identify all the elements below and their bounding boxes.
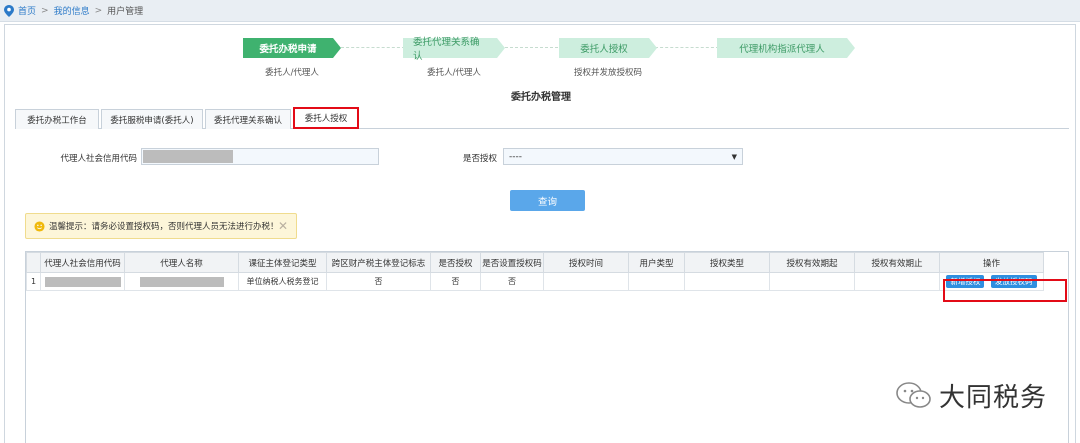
tip-text: 温馨提示：请务必设置授权码，否则代理人员无法进行办税！ <box>49 222 279 232</box>
cell-cross-flag: 否 <box>326 272 431 291</box>
column-header: 授权有效期止 <box>854 252 940 273</box>
table-row[interactable]: 1 单位纳税人税务登记 否 否 否 新增授权 发放授权码 <box>26 272 1044 291</box>
masked-credit-code <box>143 150 233 163</box>
authorized-label: 是否授权 <box>462 154 497 164</box>
column-header: 课征主体登记类型 <box>238 252 327 273</box>
table-header-row: 代理人社会信用代码 代理人名称 课征主体登记类型 跨区财产税主体登记标志 是否授… <box>26 252 1044 273</box>
cell-authorized: 否 <box>430 272 481 291</box>
column-header: 操作 <box>939 252 1044 273</box>
step-sub-label: 授权并发放授权码 <box>573 68 642 78</box>
cell-valid-from <box>769 272 855 291</box>
column-header: 代理人名称 <box>124 252 239 273</box>
tab-bar: 委托办税工作台 委托服税申请(委托人) 委托代理关系确认 委托人授权 <box>15 107 361 129</box>
actions-highlight-box <box>943 279 1067 302</box>
breadcrumb-separator: > <box>94 5 103 16</box>
step-delegate-apply: 委托办税申请 <box>243 38 341 58</box>
column-header: 是否授权 <box>430 252 481 273</box>
tab-client-authorize[interactable]: 委托人授权 <box>293 107 359 129</box>
breadcrumb: 首页 > 我的信息 > 用户管理 <box>0 0 1080 22</box>
step-sub-label: 委托人/代理人 <box>265 68 319 78</box>
tab-relationship-confirm[interactable]: 委托代理关系确认 <box>205 109 291 129</box>
column-header: 授权时间 <box>543 252 629 273</box>
column-header: 用户类型 <box>628 252 685 273</box>
caret-down-icon: ▼ <box>731 152 737 161</box>
location-pin-icon <box>4 4 14 17</box>
tab-delegate-apply[interactable]: 委托服税申请(委托人) <box>101 109 203 129</box>
column-header: 代理人社会信用代码 <box>40 252 125 273</box>
smiley-warning-icon <box>34 220 45 232</box>
cell-auth-time <box>543 272 629 291</box>
cell-valid-to <box>854 272 940 291</box>
wechat-logo-icon <box>896 381 931 408</box>
row-index: 1 <box>26 272 41 291</box>
step-relationship-confirm: 委托代理关系确认 <box>403 37 505 62</box>
column-header-index <box>26 252 41 273</box>
column-header: 授权有效期起 <box>769 252 855 273</box>
cell-credit-code <box>40 272 125 291</box>
authorization-table: 代理人社会信用代码 代理人名称 课征主体登记类型 跨区财产税主体登记标志 是否授… <box>25 251 1069 443</box>
warning-tip: 温馨提示：请务必设置授权码，否则代理人员无法进行办税！ ✕ <box>25 213 297 239</box>
step-connector <box>341 47 405 48</box>
step-client-authorize: 委托人授权 <box>559 38 657 58</box>
close-icon[interactable]: ✕ <box>278 219 288 233</box>
tab-workbench[interactable]: 委托办税工作台 <box>15 109 99 129</box>
credit-code-label: 代理人社会信用代码 <box>60 154 137 164</box>
column-header: 是否设置授权码 <box>480 252 544 273</box>
breadcrumb-separator: > <box>41 5 49 16</box>
cell-user-type <box>628 272 685 291</box>
step-connector <box>505 47 563 48</box>
breadcrumb-home-link[interactable]: 首页 <box>18 4 36 17</box>
cell-agent-name <box>124 272 239 291</box>
watermark: 大同税务 <box>895 377 1047 414</box>
breadcrumb-my-info-link[interactable]: 我的信息 <box>54 4 90 17</box>
step-sub-label: 委托人/代理人 <box>427 68 481 78</box>
masked-value <box>44 276 121 287</box>
authorized-select[interactable]: ---- ▼ <box>503 148 743 165</box>
cell-code-set: 否 <box>480 272 544 291</box>
watermark-text: 大同税务 <box>939 383 1048 413</box>
breadcrumb-current: 用户管理 <box>107 7 144 17</box>
column-header: 授权类型 <box>684 252 770 273</box>
step-connector <box>655 47 719 48</box>
step-assign-agent: 代理机构指派代理人 <box>717 38 855 58</box>
page-title: 委托办税管理 <box>511 92 571 103</box>
cell-reg-type: 单位纳税人税务登记 <box>238 272 327 291</box>
query-button[interactable]: 查询 <box>510 190 585 211</box>
cell-auth-type <box>684 272 770 291</box>
column-header: 跨区财产税主体登记标志 <box>326 252 431 273</box>
masked-value <box>139 276 224 287</box>
authorized-select-value: ---- <box>509 151 522 162</box>
